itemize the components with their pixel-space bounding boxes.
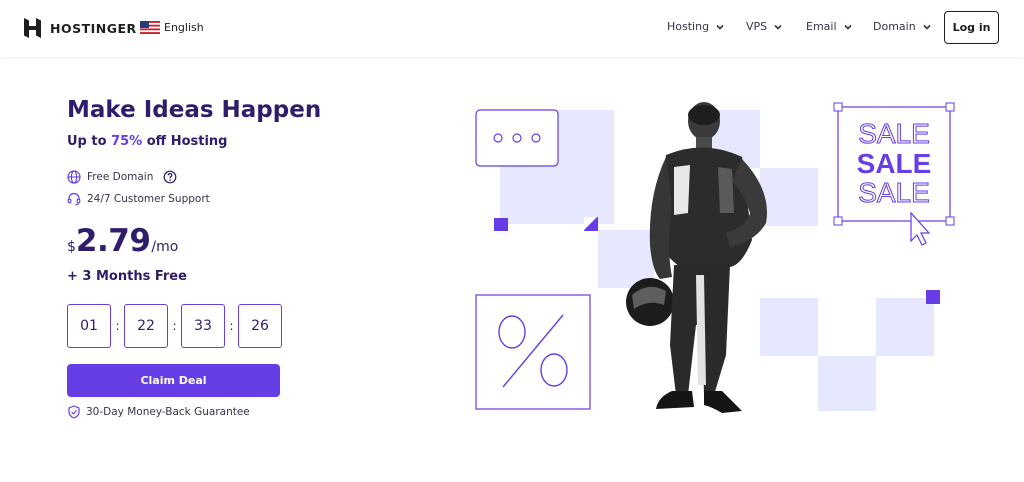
nav-domain-label: Domain: [873, 20, 916, 33]
nav-vps[interactable]: VPS: [746, 20, 783, 33]
countdown-separator: :: [172, 319, 177, 333]
chevron-down-icon: [716, 24, 724, 30]
brand-name: HOSTINGER: [50, 20, 137, 36]
sale-word-solid: SALE: [857, 148, 932, 179]
feature-free-domain-label: Free Domain: [87, 171, 154, 183]
hero-illustration: SALE SALE SALE: [475, 102, 955, 413]
guarantee-label: 30-Day Money-Back Guarantee: [86, 406, 250, 418]
nav-hosting-label: Hosting: [667, 20, 710, 33]
sale-word-outline-top: SALE: [858, 118, 930, 149]
nav-domain[interactable]: Domain: [873, 20, 932, 33]
chevron-down-icon: [923, 24, 931, 30]
us-flag-icon: [140, 21, 160, 34]
sale-word-outline-bottom: SALE: [858, 177, 930, 208]
language-selector[interactable]: English: [140, 21, 204, 34]
price-period: /mo: [151, 239, 179, 255]
chat-bubble-icon: [475, 109, 559, 167]
hostinger-logo-icon: [24, 18, 41, 38]
countdown-separator: :: [115, 319, 120, 333]
countdown-separator: :: [229, 319, 234, 333]
nav-email[interactable]: Email: [806, 20, 853, 33]
chevron-down-icon: [843, 24, 852, 30]
bonus-offer: + 3 Months Free: [67, 269, 187, 284]
login-button[interactable]: Log in: [944, 11, 999, 44]
percent-card: [475, 294, 591, 410]
subtitle-suffix: off Hosting: [142, 134, 228, 149]
price: $ 2.79 /mo: [67, 223, 178, 259]
shield-check-icon: [68, 405, 80, 419]
hostinger-logo[interactable]: HOSTINGER: [24, 18, 137, 38]
accent-square: [926, 290, 940, 304]
subtitle-prefix: Up to: [67, 134, 112, 149]
feature-support-label: 24/7 Customer Support: [87, 193, 210, 205]
accent-square: [494, 218, 508, 231]
help-circle-icon[interactable]: [163, 170, 177, 184]
feature-free-domain: Free Domain: [67, 170, 177, 184]
price-currency: $: [67, 239, 76, 255]
nav-vps-label: VPS: [746, 20, 768, 33]
countdown-timer: 01 : 22 : 33 : 26: [67, 304, 282, 348]
money-back-guarantee: 30-Day Money-Back Guarantee: [67, 405, 250, 419]
price-amount: 2.79: [75, 223, 151, 259]
claim-deal-button[interactable]: Claim Deal: [67, 364, 280, 397]
feature-support: 24/7 Customer Support: [67, 192, 210, 206]
hero-title: Make Ideas Happen: [67, 97, 322, 123]
language-label: English: [164, 21, 204, 34]
headset-icon: [67, 192, 81, 206]
countdown-seconds: 26: [238, 304, 282, 348]
nav-hosting[interactable]: Hosting: [667, 20, 725, 33]
countdown-hours: 22: [124, 304, 168, 348]
top-navigation-bar: HOSTINGER English Hosting VPS Email Doma…: [0, 0, 1024, 57]
hero-subtitle: Up to 75% off Hosting: [67, 134, 227, 149]
sale-card: SALE SALE SALE: [833, 102, 955, 246]
nav-email-label: Email: [806, 20, 837, 33]
globe-icon: [67, 170, 81, 184]
chevron-down-icon: [774, 24, 782, 30]
countdown-days: 01: [67, 304, 111, 348]
discount-highlight: 75%: [111, 134, 143, 149]
countdown-minutes: 33: [181, 304, 225, 348]
